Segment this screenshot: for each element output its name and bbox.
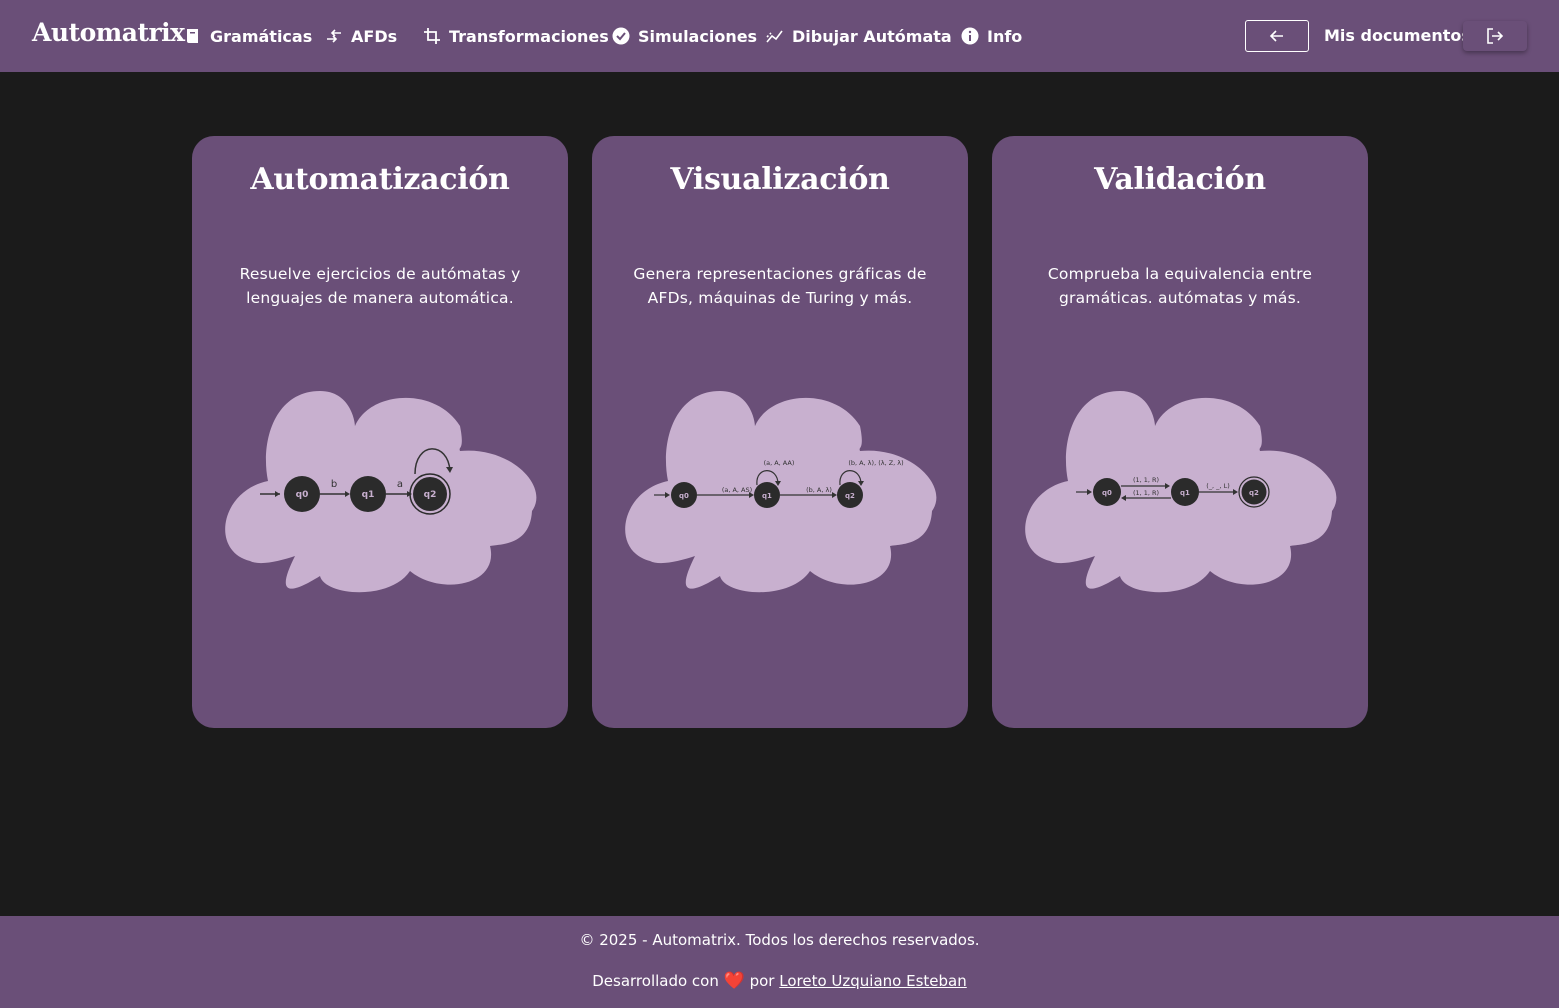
card-description: Comprueba la equivalencia entre gramátic… — [1047, 265, 1313, 307]
my-documents-link[interactable]: Mis documentos — [1324, 26, 1471, 45]
book-icon — [187, 29, 198, 43]
developer-credit: Desarrollado con ❤️ por Loreto Uzquiano … — [0, 971, 1559, 991]
card-description: Genera representaciones gráficas de AFDs… — [633, 265, 927, 307]
edge-label: (b, A, λ) — [806, 486, 832, 494]
copyright-text: © 2025 - Automatrix. Todos los derechos … — [579, 931, 980, 949]
card-title: Automatización — [250, 162, 510, 197]
brand-logo[interactable]: Automatrix — [32, 18, 185, 47]
footer: © 2025 - Automatrix. Todos los derechos … — [0, 916, 1559, 1008]
top-navbar: Automatrix Gramáticas AFDs Transformacio… — [0, 0, 1559, 72]
state-q1-label: q1 — [362, 490, 375, 500]
chart-line-icon — [766, 30, 783, 43]
card-automatizacion[interactable]: Automatización Resuelve ejercicios de au… — [192, 136, 568, 728]
edge-label: b — [331, 479, 337, 490]
edge-label: (1, 1, R) — [1133, 476, 1159, 484]
nav-afds[interactable]: AFDs — [325, 24, 397, 48]
pushdown-automaton-diagram: q0 q1 q2 (a, A, AS) (b, A, λ) (a, A, AA)… — [625, 391, 937, 593]
state-q1-label: q1 — [762, 492, 772, 500]
automaton-diagram: q0 q1 q2 b a — [225, 391, 537, 593]
turing-machine-diagram: q0 q1 q2 (1, 1, R) (1, 1, R) (_, _, L) — [1025, 391, 1337, 593]
state-q1-label: q1 — [1180, 489, 1190, 497]
state-q0-label: q0 — [679, 492, 689, 500]
state-q0-label: q0 — [1102, 489, 1112, 497]
crop-icon — [424, 28, 440, 44]
dev-middle: por — [749, 972, 775, 990]
card-title: Visualización — [670, 162, 890, 197]
state-q2-label: q2 — [1249, 489, 1259, 497]
transfer-arrows-icon — [327, 29, 341, 43]
info-circle-icon — [961, 27, 979, 45]
nav-transformaciones[interactable]: Transformaciones — [423, 24, 609, 48]
nav-simulaciones-label: Simulaciones — [638, 26, 758, 46]
arrow-left-icon — [1269, 30, 1283, 42]
back-button[interactable] — [1245, 20, 1309, 52]
nav-gramaticas-label: Gramáticas — [210, 26, 313, 46]
nav-dibujar-automata[interactable]: Dibujar Autómata — [766, 24, 952, 48]
loop-label: (b, A, λ), (λ, Z, λ) — [848, 459, 903, 467]
nav-info-label: Info — [987, 26, 1023, 46]
loop-label: (a, A, AA) — [764, 459, 795, 467]
logout-icon — [1487, 28, 1504, 44]
nav-transformaciones-label: Transformaciones — [449, 26, 609, 46]
edge-label: a — [397, 479, 403, 490]
dev-prefix: Desarrollado con — [592, 972, 719, 990]
check-circle-icon — [612, 27, 630, 45]
edge-label: (1, 1, R) — [1133, 489, 1159, 497]
nav-info[interactable]: Info — [961, 24, 1022, 48]
state-q2-label: q2 — [845, 492, 855, 500]
state-q2-label: q2 — [424, 490, 437, 500]
card-visualizacion[interactable]: Visualización Genera representaciones gr… — [592, 136, 968, 728]
nav-gramaticas[interactable]: Gramáticas — [184, 24, 312, 48]
author-link[interactable]: Loreto Uzquiano Esteban — [779, 972, 966, 990]
card-title: Validación — [1094, 162, 1266, 197]
logout-button[interactable] — [1463, 21, 1527, 51]
edge-label: (a, A, AS) — [722, 486, 752, 494]
card-validacion[interactable]: Validación Comprueba la equivalencia ent… — [992, 136, 1368, 728]
nav-afds-label: AFDs — [351, 26, 398, 46]
state-q0-label: q0 — [296, 490, 309, 500]
nav-simulaciones[interactable]: Simulaciones — [612, 24, 757, 48]
edge-label: (_, _, L) — [1206, 482, 1229, 490]
card-description: Resuelve ejercicios de autómatas y lengu… — [239, 265, 521, 307]
nav-dibujar-label: Dibujar Autómata — [792, 26, 952, 46]
heart-icon: ❤️ — [723, 971, 745, 991]
